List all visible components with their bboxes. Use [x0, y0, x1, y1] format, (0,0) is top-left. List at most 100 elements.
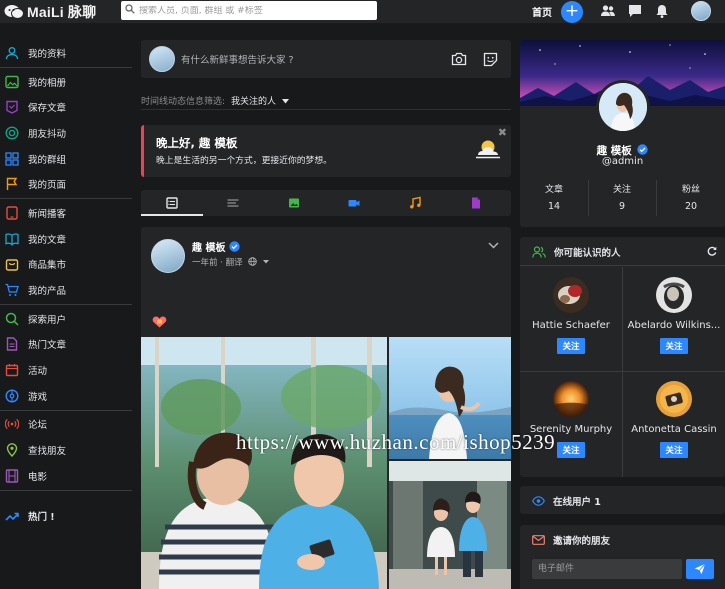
post-meta: 一年前 · 翻译: [192, 256, 270, 268]
stat-label: 粉丝: [681, 185, 700, 195]
tab-active-indicator: [141, 214, 203, 216]
suggestion-avatar[interactable]: [553, 277, 589, 313]
suggestion-name[interactable]: Hattie Schaefer: [520, 320, 622, 331]
suggestion-name[interactable]: Abelardo Wilkins...: [623, 320, 725, 331]
sidebar-item-movies[interactable]: 电影: [0, 463, 132, 489]
profile-card: 趣 模板 @admin 文章 14 关注 9 粉丝 20: [520, 40, 725, 227]
tab-video-icon[interactable]: [347, 196, 361, 210]
tablet-icon: [6, 206, 18, 220]
create-button[interactable]: +: [561, 1, 583, 23]
sidebar-item-label: 探索用户: [28, 314, 67, 326]
chevron-down-icon[interactable]: [488, 241, 499, 252]
divider: [520, 265, 725, 266]
sidebar-item-saved[interactable]: 保存文章: [0, 94, 132, 120]
sidebar-item-pages[interactable]: 我的页面: [0, 171, 132, 197]
friends-icon[interactable]: [600, 3, 616, 19]
sidebar-item-forum[interactable]: 论坛: [0, 412, 132, 438]
post-author-name[interactable]: 趣 模板: [192, 239, 225, 254]
divider: [141, 109, 511, 110]
divider: [520, 371, 725, 372]
sidebar-item-hot[interactable]: 热门 !: [0, 503, 132, 529]
tab-photo-icon[interactable]: [287, 196, 301, 210]
suggestion-avatar[interactable]: [656, 277, 692, 313]
sidebar-item-label: 我的群组: [28, 154, 67, 166]
post-author-avatar[interactable]: [151, 239, 185, 273]
sidebar-item-find-friends[interactable]: 查找朋友: [0, 437, 132, 463]
search-input[interactable]: [139, 5, 369, 16]
stat-following[interactable]: 关注 9: [589, 182, 655, 212]
stat-posts[interactable]: 文章 14: [521, 182, 587, 212]
follow-button[interactable]: 关注: [660, 338, 688, 354]
post-author[interactable]: 趣 模板: [192, 239, 241, 254]
suggestion-card: Hattie Schaefer 关注: [520, 277, 622, 354]
post-composer[interactable]: 有什么新鲜事想告诉大家 ?: [141, 40, 511, 78]
calendar-icon: [5, 364, 19, 377]
nav-home-link[interactable]: 首页: [532, 4, 552, 19]
sidebar-item-games[interactable]: 游戏: [0, 383, 132, 409]
stat-followers[interactable]: 粉丝 20: [658, 182, 724, 212]
composer-placeholder[interactable]: 有什么新鲜事想告诉大家 ?: [181, 52, 294, 66]
divider: [0, 409, 132, 411]
document-icon: [6, 337, 18, 352]
sidebar-item-poke[interactable]: 朋友抖动: [0, 120, 132, 146]
follow-button[interactable]: 关注: [557, 338, 585, 354]
caret-down-icon: [281, 99, 289, 104]
tab-text-icon[interactable]: [226, 196, 240, 210]
post-photo-couple[interactable]: [141, 337, 387, 589]
greeting-title: 晚上好, 趣 模板: [156, 136, 238, 150]
search-box[interactable]: [121, 1, 377, 20]
sidebar-item-events[interactable]: 活动: [0, 357, 132, 383]
section-header: 在线用户 1: [532, 494, 601, 508]
user-avatar[interactable]: [691, 1, 711, 21]
refresh-icon[interactable]: [707, 246, 717, 259]
film-icon: [5, 469, 19, 483]
tab-all-icon[interactable]: [165, 196, 179, 210]
post-time[interactable]: 一年前 · 翻译: [192, 258, 243, 268]
stat-value: 20: [684, 201, 698, 212]
post-photo-couple-walk[interactable]: [389, 461, 511, 589]
logo[interactable]: MaiLi 脉聊: [4, 1, 96, 22]
online-users-card[interactable]: 在线用户 1: [520, 486, 725, 514]
invite-email-input[interactable]: [532, 559, 682, 579]
stat-value: 9: [618, 201, 626, 212]
caret-down-icon[interactable]: [263, 260, 270, 264]
broadcast-icon: [5, 419, 19, 430]
search-icon: [125, 4, 135, 17]
filter-label: 时间线动态信息筛选:: [141, 97, 226, 107]
camera-icon[interactable]: [451, 52, 467, 69]
bell-icon[interactable]: [654, 3, 670, 19]
search-icon: [5, 312, 19, 326]
follow-button[interactable]: 关注: [660, 442, 688, 458]
sidebar-item-articles[interactable]: 我的文章: [0, 226, 132, 252]
cart-icon: [5, 283, 19, 297]
messages-icon[interactable]: [627, 3, 643, 19]
sidebar-item-market[interactable]: 商品集市: [0, 252, 132, 278]
sidebar-item-album[interactable]: 我的相册: [0, 69, 132, 95]
sidebar-item-groups[interactable]: 我的群组: [0, 146, 132, 172]
tab-file-icon[interactable]: [469, 196, 483, 210]
follow-button[interactable]: 关注: [557, 442, 585, 458]
timeline-filter[interactable]: 时间线动态信息筛选: 我关注的人: [141, 94, 289, 107]
suggestion-name[interactable]: Serenity Murphy: [520, 424, 622, 435]
filter-value[interactable]: 我关注的人: [231, 97, 276, 107]
sidebar-item-profile[interactable]: 我的资料: [0, 40, 132, 66]
suggestion-name[interactable]: Antonetta Cassin: [623, 424, 725, 435]
sticker-icon[interactable]: [483, 52, 498, 70]
post-card: 趣 模板 一年前 · 翻译: [141, 227, 511, 589]
sidebar-item-products[interactable]: 我的产品: [0, 277, 132, 303]
suggestion-card: Abelardo Wilkins... 关注: [623, 277, 725, 354]
sidebar-item-popular[interactable]: 热门文章: [0, 332, 132, 358]
tab-music-icon[interactable]: [408, 196, 422, 210]
post-photo-woman-sea[interactable]: [389, 337, 511, 459]
sidebar-item-label: 新闻播客: [28, 208, 67, 220]
gamepad-icon: [5, 389, 19, 403]
suggestion-avatar[interactable]: [656, 381, 692, 417]
sidebar-item-label: 保存文章: [28, 103, 67, 115]
profile-avatar[interactable]: [596, 80, 650, 134]
bookmark-icon: [6, 101, 18, 115]
users-icon: [532, 246, 546, 258]
sidebar-item-explore[interactable]: 探索用户: [0, 306, 132, 332]
suggestion-avatar[interactable]: [553, 381, 589, 417]
send-invite-button[interactable]: [686, 559, 714, 579]
sidebar-item-news[interactable]: 新闻播客: [0, 200, 132, 226]
